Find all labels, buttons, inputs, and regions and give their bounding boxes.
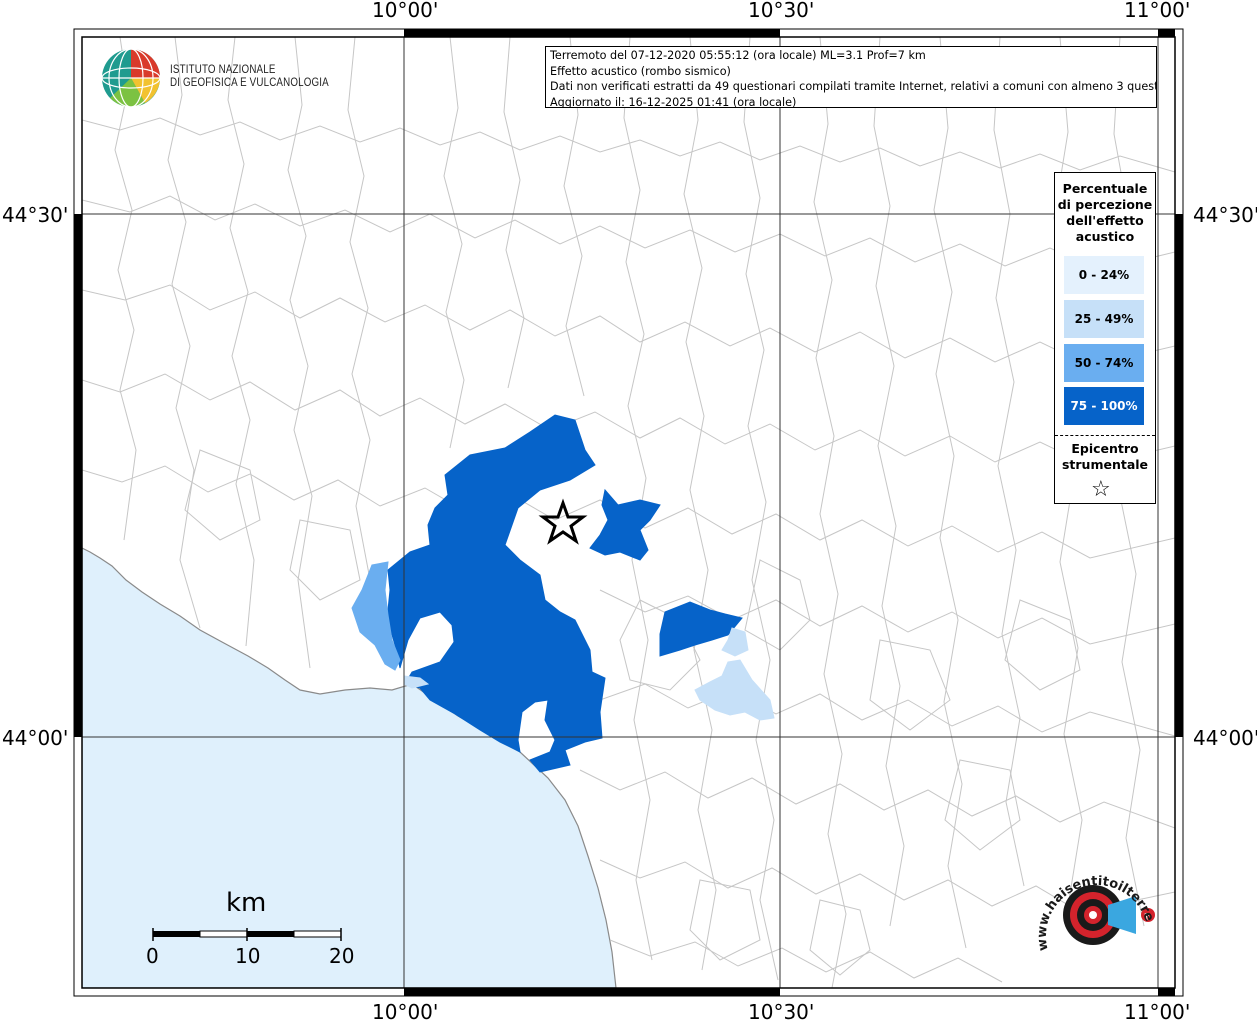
ingv-logo-line-2: DI GEOFISICA E VULCANOLOGIA: [170, 77, 329, 89]
event-info-line-3: Dati non verificati estratti da 49 quest…: [550, 80, 1157, 93]
legend-title-line-2: di percezione: [1057, 197, 1153, 212]
legend-epicenter-line-2: strumentale: [1061, 457, 1149, 472]
scale-unit: km: [226, 888, 267, 918]
legend-item-0-24: 0 - 24%: [1064, 256, 1144, 294]
legend-item-75-100: 75 - 100%: [1064, 387, 1144, 425]
legend-separator: [1055, 435, 1155, 436]
lon-label-bottom-1: 10°00': [372, 1000, 439, 1024]
lon-label-top-1: 10°00': [372, 0, 439, 22]
legend-epicenter-line-1: Epicentro: [1071, 441, 1139, 456]
haisentito-text-svg: www.haisentitoilterremoto.it: [1028, 850, 1157, 952]
ingv-logo-line-1: ISTITUTO NAZIONALE: [170, 64, 276, 76]
lat-label-right-2: 44°00': [1193, 726, 1257, 750]
scale-label-0: 0: [146, 944, 159, 968]
lat-label-left-2: 44°00': [2, 726, 69, 750]
legend-title-line-1: Percentuale: [1062, 181, 1148, 196]
lon-label-bottom-2: 10°30': [748, 1000, 815, 1024]
lon-label-bottom-3: 11°00': [1124, 1000, 1191, 1024]
legend-epicenter-title: Epicentro strumentale: [1055, 441, 1155, 473]
ingv-logo-text: ISTITUTO NAZIONALE DI GEOFISICA E VULCAN…: [170, 64, 329, 90]
legend-item-50-74: 50 - 74%: [1064, 344, 1144, 382]
lat-label-right-1: 44°30': [1193, 203, 1257, 227]
event-info-line-4: Aggiornato il: 16-12-2025 01:41 (ora loc…: [550, 95, 797, 108]
legend-title: Percentuale di percezione dell'effetto a…: [1055, 181, 1155, 245]
event-info-line-2: Effetto acustico (rombo sismico): [550, 64, 731, 78]
legend-panel: Percentuale di percezione dell'effetto a…: [1054, 172, 1156, 504]
legend-title-line-3: dell'effetto: [1066, 213, 1144, 228]
scale-label-10: 10: [235, 944, 261, 968]
legend-star-icon: ☆: [1091, 477, 1111, 502]
legend-item-25-49: 25 - 49%: [1064, 300, 1144, 338]
event-info-line-1: Terremoto del 07-12-2020 05:55:12 (ora l…: [550, 49, 926, 62]
legend-title-line-4: acustico: [1075, 229, 1135, 244]
haisentito-text: www.haisentitoilterremoto.it: [1028, 850, 1157, 952]
lon-label-top-2: 10°30': [748, 0, 815, 22]
lon-label-top-3: 11°00': [1124, 0, 1191, 22]
scale-label-20: 20: [329, 944, 355, 968]
lat-label-left-1: 44°30': [2, 203, 69, 227]
event-info-box: Terremoto del 07-12-2020 05:55:12 (ora l…: [545, 46, 1157, 108]
ingv-globe-icon: [101, 48, 161, 108]
